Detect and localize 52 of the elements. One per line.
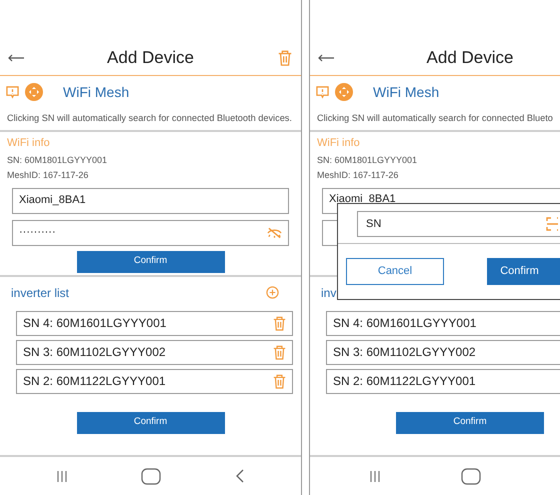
inverter-row[interactable]: SN 2: 60M1122LGYYY001 — [326, 368, 560, 394]
recent-apps-icon[interactable] — [370, 470, 380, 482]
inverter-serial: SN 2: 60M1122LGYYY001 — [23, 373, 166, 390]
scan-icon[interactable] — [546, 216, 558, 230]
manual-icon[interactable] — [316, 86, 329, 98]
mesh-label: WiFi Mesh — [63, 82, 130, 102]
confirm-button[interactable]: Confirm — [76, 250, 224, 272]
home-icon[interactable] — [141, 468, 162, 484]
inverter-row[interactable]: SN 4: 60M1601LGYYY001 — [16, 310, 293, 336]
back-arrow-icon[interactable] — [8, 54, 24, 62]
mesh-icon[interactable] — [25, 83, 43, 101]
ssid-field[interactable]: Xiaomi_8BA1 — [12, 188, 289, 214]
page-title: Add Device — [426, 46, 514, 69]
confirm-button[interactable]: Confirm — [396, 412, 544, 434]
mesh-id: MeshID: 167-117-26 — [317, 169, 400, 182]
hint-text: Clicking SN will automatically search for connected Bluetooth devices. — [7, 112, 292, 126]
cancel-button[interactable]: Cancel — [346, 258, 444, 285]
inverter-serial: SN 4: 60M1601LGYYY001 — [23, 315, 166, 332]
inverter-serial: SN 2: 60M1122LGYYY001 — [333, 373, 476, 390]
add-icon[interactable] — [266, 286, 279, 299]
trash-icon[interactable] — [273, 374, 286, 388]
hint-text: Clicking SN will automatically search for connected Blueto — [317, 112, 553, 126]
hidden-eye-icon[interactable] — [267, 226, 282, 238]
password-dots: ·········· — [19, 225, 56, 240]
password-field[interactable]: ·········· — [12, 220, 289, 246]
inverter-serial: SN 3: 60M1102LGYYY002 — [23, 344, 166, 361]
mesh-label: WiFi Mesh — [373, 82, 440, 102]
sn-field[interactable]: SN — [357, 210, 560, 236]
list-heading: inverter list — [11, 284, 70, 302]
inverter-row[interactable]: SN 2: 60M1122LGYYY001 — [16, 368, 293, 394]
trash-icon[interactable] — [273, 344, 286, 360]
section-heading: WiFi info — [317, 136, 361, 151]
serial-number: SN: 60M1801LGYYY001 — [317, 154, 418, 166]
mesh-icon[interactable] — [335, 83, 353, 101]
section-heading: WiFi info — [7, 136, 51, 151]
page-title: Add Device — [106, 46, 195, 69]
list-heading: inv — [321, 284, 336, 302]
recent-apps-icon[interactable] — [57, 470, 68, 482]
back-arrow-icon[interactable] — [318, 54, 334, 62]
inverter-serial: SN 4: 60M1601LGYYY001 — [333, 315, 476, 332]
inverter-row[interactable]: SN 3: 60M1102LGYYY002 — [16, 340, 293, 364]
inverter-row[interactable]: SN 3: 60M1102LGYYY002 — [326, 340, 560, 364]
home-icon[interactable] — [460, 468, 481, 484]
back-icon[interactable] — [236, 469, 244, 483]
mesh-id: MeshID: 167-117-26 — [7, 169, 90, 182]
inverter-serial: SN 3: 60M1102LGYYY002 — [333, 344, 476, 361]
confirm-button[interactable]: Confirm — [76, 412, 224, 434]
serial-number: SN: 60M1801LGYYY001 — [7, 154, 108, 166]
confirm-button[interactable]: Confirm — [487, 258, 560, 285]
manual-icon[interactable] — [6, 86, 19, 98]
inverter-row[interactable]: SN 4: 60M1601LGYYY001 — [326, 310, 560, 336]
trash-icon[interactable] — [273, 316, 286, 330]
